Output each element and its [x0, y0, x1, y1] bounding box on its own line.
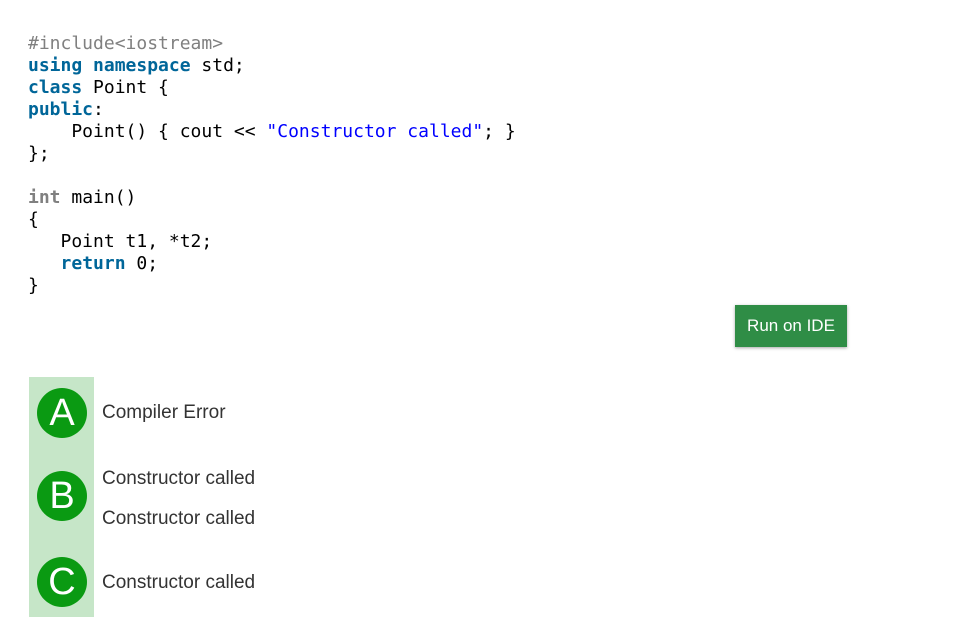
code-line: using namespace std; — [28, 55, 516, 77]
code-token: Point { — [82, 77, 169, 98]
option-a[interactable]: A Compiler Error — [29, 387, 529, 439]
code-token: using — [28, 55, 83, 76]
code-line: } — [28, 275, 516, 297]
code-line: Point t1, *t2; — [28, 231, 516, 253]
code-token: #include<iostream> — [28, 33, 224, 54]
code-token: }; — [28, 143, 50, 164]
option-a-badge: A — [37, 388, 87, 438]
code-line: #include<iostream> — [28, 33, 516, 55]
run-on-ide-button[interactable]: Run on IDE — [735, 305, 847, 347]
code-line: return 0; — [28, 253, 516, 275]
code-line: int main() — [28, 187, 516, 209]
code-line: }; — [28, 143, 516, 165]
option-b-text-line-1: Constructor called — [102, 468, 256, 489]
option-b[interactable]: B Constructor called Constructor called — [29, 464, 529, 534]
code-line: { — [28, 209, 516, 231]
code-token: return — [60, 253, 126, 274]
code-token: { — [28, 209, 39, 230]
code-token: namespace — [93, 55, 191, 76]
code-token: : — [93, 99, 104, 120]
code-token: std; — [190, 55, 245, 76]
option-c-badge: C — [37, 557, 87, 607]
option-c-text: Constructor called — [102, 572, 256, 593]
code-line: public: — [28, 99, 516, 121]
code-token: main() — [60, 187, 137, 208]
code-token: Point t1, *t2; — [28, 231, 213, 252]
code-line: Point() { cout << "Constructor called"; … — [28, 121, 516, 143]
option-b-badge: B — [37, 471, 87, 521]
code-token: public — [28, 99, 94, 120]
code-token: class — [28, 77, 83, 98]
code-line: class Point { — [28, 77, 516, 99]
option-b-text-line-2: Constructor called — [102, 508, 256, 529]
code-token: 0; — [125, 253, 159, 274]
option-c[interactable]: C Constructor called — [29, 557, 529, 609]
code-token: Point() { cout << — [28, 121, 267, 142]
code-token: "Constructor called" — [266, 121, 484, 142]
code-token: int — [28, 187, 61, 208]
code-token: ; } — [483, 121, 516, 142]
code-token: } — [28, 275, 39, 296]
code-block: #include<iostream> using namespace std; cl… — [28, 33, 516, 297]
option-a-text: Compiler Error — [102, 402, 226, 423]
